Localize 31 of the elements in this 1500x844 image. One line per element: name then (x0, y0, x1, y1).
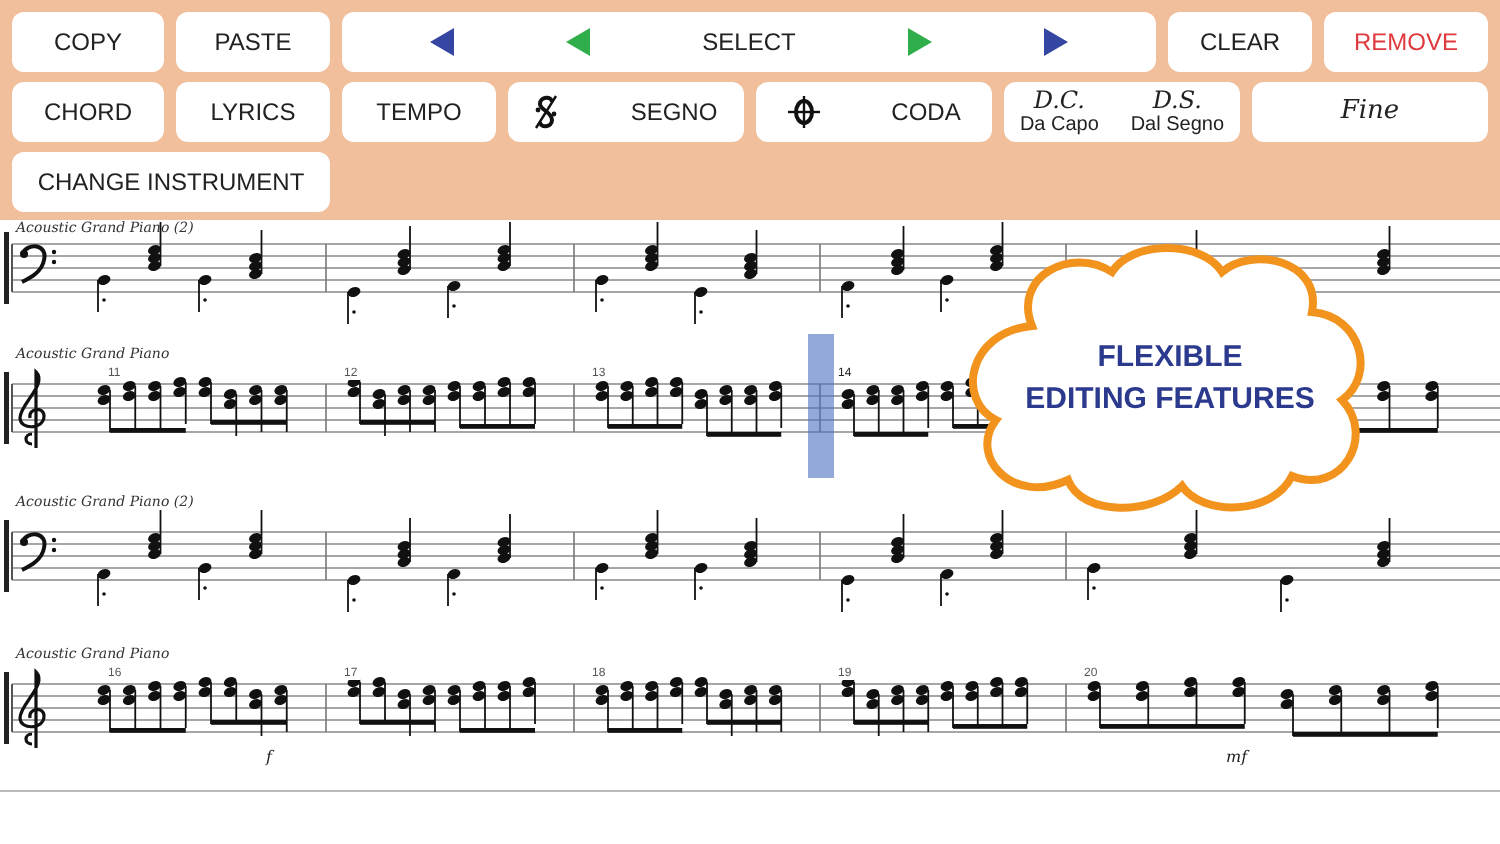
step-back-button[interactable] (566, 28, 591, 56)
repeat-abbreviation: D.S. (1152, 88, 1202, 112)
toolbar-button[interactable]: PASTE (176, 12, 330, 72)
toolbar-button[interactable]: LYRICS (176, 82, 330, 142)
dynamic-marking: mf (1226, 750, 1248, 766)
double-left-arrow-icon (430, 28, 455, 56)
toolbar-button[interactable]: REMOVE (1324, 12, 1488, 72)
repeat-caption: Dal Segno (1130, 116, 1225, 136)
callout-text: FLEXIBLE EDITING FEATURES (1025, 338, 1315, 420)
toolbar-button[interactable]: CLEAR (1168, 12, 1312, 72)
toolbar-button[interactable]: CHANGE INSTRUMENT (12, 152, 330, 212)
segno-icon (534, 94, 559, 130)
right-arrow-icon (907, 28, 932, 56)
double-right-arrow-icon (1043, 28, 1068, 56)
repeat-caption: Da Capo (1019, 116, 1099, 136)
coda-button[interactable]: CODA (756, 82, 992, 142)
previous-button[interactable] (430, 28, 455, 56)
left-arrow-icon (566, 28, 591, 56)
repeat-button[interactable]: D.S. Dal Segno (1130, 88, 1225, 136)
toolbar-button[interactable]: COPY (12, 12, 164, 72)
repeat-button[interactable]: D.C. Da Capo (1019, 88, 1099, 136)
toolbar-button[interactable]: CHORD (12, 82, 164, 142)
repeat-abbreviation: D.C. (1033, 88, 1085, 112)
select-button[interactable]: SELECT (702, 24, 796, 60)
fine-button[interactable]: Fine (1252, 82, 1488, 142)
segno-button[interactable]: SEGNO (508, 82, 744, 142)
coda-icon (787, 96, 820, 128)
dynamic-marking: f (266, 750, 272, 766)
toolbar-button[interactable]: TEMPO (342, 82, 496, 142)
next-button[interactable] (1043, 28, 1068, 56)
step-forward-button[interactable] (907, 28, 932, 56)
